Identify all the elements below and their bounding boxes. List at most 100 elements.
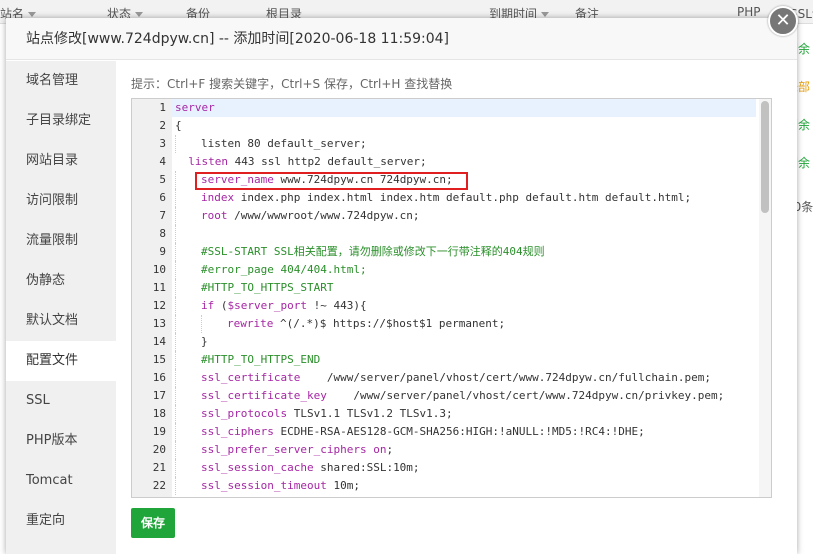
code-token: index.php index.html index.htm default.p… [234,191,692,204]
indent-guide [175,297,176,315]
code-text: ssl_prefer_server_ciphers on; [201,441,393,459]
code-token: ssl_certificate_key [201,389,327,402]
code-token: ; [386,443,394,456]
line-number: 21 [152,461,166,474]
code-text: { [175,117,182,135]
code-text: rewrite ^(/.*)$ https://$host$1 permanen… [227,315,505,333]
code-line[interactable]: 6 index index.php index.html index.htm de… [159,189,756,207]
code-line[interactable]: 8 [159,225,756,243]
line-number: 14 [152,335,166,348]
line-number: 5 [159,173,166,186]
sidebar-item[interactable]: PHP版本 [6,421,116,461]
sidebar-item[interactable]: 网站目录 [6,141,116,181]
code-token: 10m; [326,479,360,492]
indent-guide [175,189,176,207]
line-number: 3 [159,137,166,150]
code-area[interactable]: 1 server 2{3 listen 80 default_server; 4 lis… [153,99,756,497]
code-line[interactable]: 4 listen 443 ssl http2 default_server; [159,153,756,171]
code-token: /www/server/panel/vhost/cert/www.724dpyw… [326,389,725,402]
code-token: $server_port [227,299,307,312]
sidebar-item[interactable]: Tomcat [6,461,116,501]
editor-scrollbar-thumb[interactable] [761,101,769,213]
line-number: 4 [159,155,166,168]
config-code-editor[interactable]: 1 server 2{3 listen 80 default_server; 4 lis… [131,98,772,498]
code-line[interactable]: 3 listen 80 default_server; [159,135,756,153]
indent-guide [175,243,176,261]
sidebar-item[interactable]: SSL [6,381,116,421]
line-number: 6 [159,191,166,204]
code-line[interactable]: 10 #error_page 404/404.html; [153,261,756,279]
code-line[interactable]: 14} [153,333,756,351]
indent-guide [175,351,176,369]
code-text: ssl_session_timeout 10m; [201,477,360,495]
code-token: ssl_protocols [201,407,288,420]
code-text: listen 443 ssl http2 default_server; [175,153,427,171]
code-token: shared:SSL:10m; [313,461,420,474]
code-token: ssl_ciphers [201,425,274,438]
code-token: #HTTP_TO_HTTPS_END [201,353,321,366]
indent-guide [175,441,176,459]
line-number: 22 [152,479,166,492]
indent-guide [201,315,202,333]
code-line[interactable]: 15 #HTTP_TO_HTTPS_END [153,351,756,369]
line-number: 8 [159,227,166,240]
editor-scrollbar[interactable] [759,99,771,497]
code-line[interactable]: 16 ssl_certificate /www/server/panel/vhos… [153,369,756,387]
code-line[interactable]: 9 #SSL-START SSL相关配置，请勿删除或修改下一行带注释的404规则 [159,243,756,261]
code-line[interactable]: 13 rewrite ^(/.*)$ https://$host$1 perman… [153,315,756,333]
code-line[interactable]: 17 ssl_certificate_key /www/server/panel/… [153,387,756,405]
code-token: ( [214,299,228,312]
code-line[interactable]: 2{ [159,117,756,135]
indent-guide [175,477,176,495]
sort-caret-icon [135,12,144,17]
code-line[interactable]: 18 ssl_protocols TLSv1.1 TLSv1.2 TLSv1.3; [153,405,756,423]
sidebar-item[interactable]: 默认文档 [6,301,116,341]
code-line[interactable]: 21 ssl_session_cache shared:SSL:10m; [153,459,756,477]
editor-hint: 提示：Ctrl+F 搜索关键字，Ctrl+S 保存，Ctrl+H 查找替换 [131,77,453,91]
code-line[interactable]: 12 if ($server_port !~ 443){ [153,297,756,315]
code-line[interactable]: 7 root /www/wwwroot/www.724dpyw.cn; [159,207,756,225]
sidebar-item[interactable]: 伪静态 [6,261,116,301]
server-name-highlight-box [195,172,468,190]
indent-guide [175,207,176,225]
code-line[interactable]: 1 server [159,99,756,117]
code-line[interactable]: 20 ssl_prefer_server_ciphers on; [153,441,756,459]
code-line[interactable]: 19 ssl_ciphers ECDHE-RSA-AES128-GCM-SHA25… [153,423,756,441]
line-number: 20 [152,443,166,456]
code-token: listen [175,155,228,168]
code-line[interactable]: 11 #HTTP_TO_HTTPS_START [153,279,756,297]
code-text: root /www/wwwroot/www.724dpyw.cn; [201,207,420,225]
code-token: if [201,299,215,312]
code-text: ssl_certificate /www/server/panel/vhost/… [201,369,711,387]
sidebar-item[interactable]: 流量限制 [6,221,116,261]
code-token: { [175,119,182,132]
code-token: !~ 443){ [306,299,367,312]
code-token: server [175,101,215,114]
code-token: ECDHE-RSA-AES128-GCM-SHA256:HIGH:!aNULL:… [273,425,645,438]
sidebar-item[interactable]: 重定向 [6,501,116,541]
save-button[interactable]: 保存 [131,508,175,538]
code-token: /www/server/panel/vhost/cert/www.724dpyw… [300,371,711,384]
code-text: ssl_ciphers ECDHE-RSA-AES128-GCM-SHA256:… [201,423,645,441]
code-token: ssl_session_timeout [201,479,327,492]
indent-guide [175,225,176,243]
code-token: ssl_certificate [201,371,301,384]
indent-guide [175,315,176,333]
code-text: #HTTP_TO_HTTPS_START [201,279,333,297]
code-token: ssl_prefer_server_ciphers [201,443,367,456]
code-line[interactable]: 22 ssl_session_timeout 10m; [153,477,756,495]
sidebar-item[interactable]: 访问限制 [6,181,116,221]
code-token: on [373,443,387,456]
code-token: 443 ssl http2 default_server; [227,155,427,168]
line-number: 11 [152,281,166,294]
sidebar-item[interactable]: 配置文件 [6,341,116,381]
close-icon[interactable]: ✕ [768,6,798,36]
code-text: ssl_session_cache shared:SSL:10m; [201,459,420,477]
indent-guide [175,405,176,423]
sidebar-item[interactable]: 域名管理 [6,61,116,101]
indent-guide [175,459,176,477]
indent-guide [175,171,176,189]
line-number: 12 [152,299,166,312]
background-column-header: PHP [737,5,761,19]
sidebar-item[interactable]: 子目录绑定 [6,101,116,141]
